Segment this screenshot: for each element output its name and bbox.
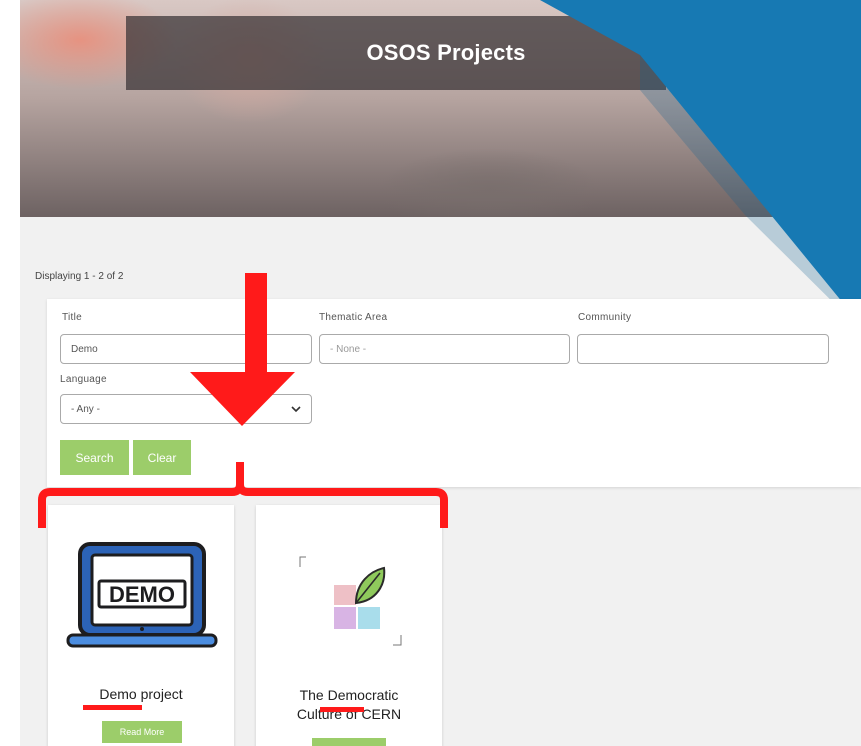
title-filter-label: Title (62, 312, 83, 323)
chevron-down-icon (291, 406, 301, 413)
read-more-button[interactable]: Read More (102, 721, 182, 743)
search-button[interactable]: Search (60, 440, 129, 475)
leaf-squares-logo-icon (299, 556, 402, 646)
demo-logo-text: DEMO (109, 582, 175, 607)
language-select[interactable]: - Any - (60, 394, 312, 424)
results-summary: Displaying 1 - 2 of 2 (35, 271, 124, 282)
read-more-button[interactable] (312, 738, 386, 746)
language-value: - Any - (71, 403, 100, 415)
language-label: Language (60, 374, 107, 385)
card-title-line-2[interactable]: Culture of CERN (256, 704, 442, 724)
thematic-area-label: Thematic Area (319, 312, 388, 323)
filter-panel: Title Demo Thematic Area - None - Commun… (47, 299, 861, 487)
community-input[interactable] (577, 334, 829, 364)
hero-title-box: OSOS Projects (126, 16, 666, 90)
community-label: Community (578, 312, 632, 323)
title-filter-input[interactable]: Demo (60, 334, 312, 364)
title-filter-value: Demo (71, 343, 98, 355)
clear-button[interactable]: Clear (133, 440, 191, 475)
hero-banner: OSOS Projects (20, 0, 861, 217)
thematic-area-value: - None - (330, 343, 367, 355)
thematic-area-select[interactable]: - None - (319, 334, 570, 364)
project-card-demo[interactable]: DEMO Demo project Read More (48, 505, 234, 746)
project-card-democratic-culture[interactable]: The Democratic Culture of CERN (256, 505, 442, 746)
page-title: OSOS Projects (366, 40, 526, 65)
card-title[interactable]: Demo project (48, 684, 234, 704)
laptop-demo-icon: DEMO (66, 542, 218, 648)
card-title-line-1[interactable]: The Democratic (256, 685, 442, 705)
